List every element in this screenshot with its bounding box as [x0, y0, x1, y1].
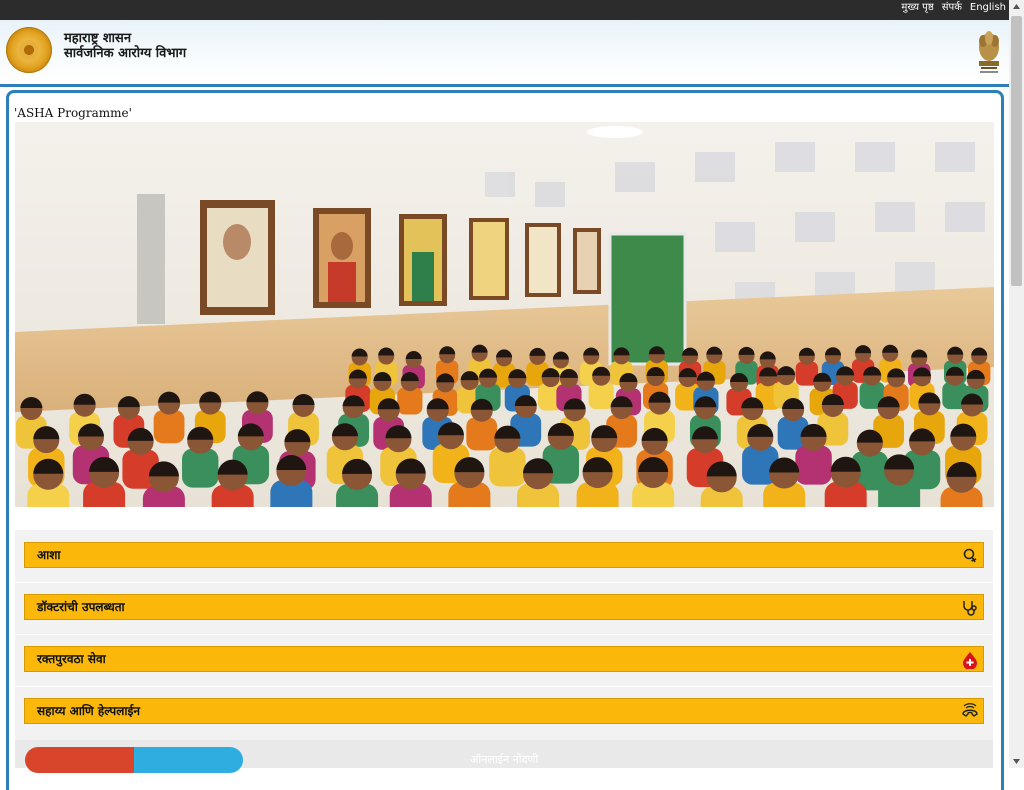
- female-symbol-icon: [963, 548, 977, 563]
- blood-drop-icon: [963, 652, 977, 669]
- service-blood-label: रक्तपुरवठा सेवा: [37, 652, 106, 666]
- service-doctor-availability[interactable]: डॉक्टरांची उपलब्धता: [24, 594, 984, 620]
- government-name: महाराष्ट्र शासन: [64, 31, 132, 46]
- row-divider: [15, 582, 993, 583]
- registration-pill-button[interactable]: [25, 747, 243, 773]
- contact-link[interactable]: संपर्क: [942, 0, 962, 14]
- online-registration-caption[interactable]: ऑनलाईन नोंदणी: [470, 752, 538, 767]
- site-header: महाराष्ट्र शासन सार्वजनिक आरोग्य विभाग: [0, 20, 1009, 87]
- asha-meeting-photo: [15, 122, 994, 507]
- row-divider: [15, 634, 993, 635]
- national-emblem-logo: [979, 31, 999, 73]
- page-scrollbar[interactable]: [1009, 0, 1024, 768]
- service-asha[interactable]: आशा: [24, 542, 984, 568]
- scroll-down-arrow-icon[interactable]: [1009, 753, 1024, 768]
- top-bar: मुख्य पृष्ठ संपर्क English: [0, 0, 1009, 20]
- department-name: सार्वजनिक आरोग्य विभाग: [64, 46, 187, 61]
- row-divider: [15, 686, 993, 687]
- stethoscope-icon: [963, 601, 977, 616]
- scrollbar-thumb[interactable]: [1011, 16, 1022, 286]
- english-link[interactable]: English: [970, 0, 1006, 14]
- breadcrumb: 'ASHA Programme': [14, 106, 132, 120]
- service-doctor-label: डॉक्टरांची उपलब्धता: [37, 600, 125, 614]
- services-panel: आशा डॉक्टरांची उपलब्धता रक्तपुरवठा सेवा …: [15, 530, 993, 768]
- service-help-helpline[interactable]: सहाय्य आणि हेल्पलाईन: [24, 698, 984, 724]
- phone-handset-icon: [962, 703, 978, 717]
- scroll-up-arrow-icon[interactable]: [1009, 0, 1024, 15]
- service-blood-supply[interactable]: रक्तपुरवठा सेवा: [24, 646, 984, 672]
- home-link[interactable]: मुख्य पृष्ठ: [901, 0, 933, 14]
- service-asha-label: आशा: [37, 548, 61, 562]
- service-help-label: सहाय्य आणि हेल्पलाईन: [37, 704, 141, 718]
- department-title: महाराष्ट्र शासन सार्वजनिक आरोग्य विभाग: [64, 31, 186, 61]
- top-links: मुख्य पृष्ठ संपर्क English: [901, 0, 1006, 20]
- maharashtra-seal-logo[interactable]: [6, 27, 52, 73]
